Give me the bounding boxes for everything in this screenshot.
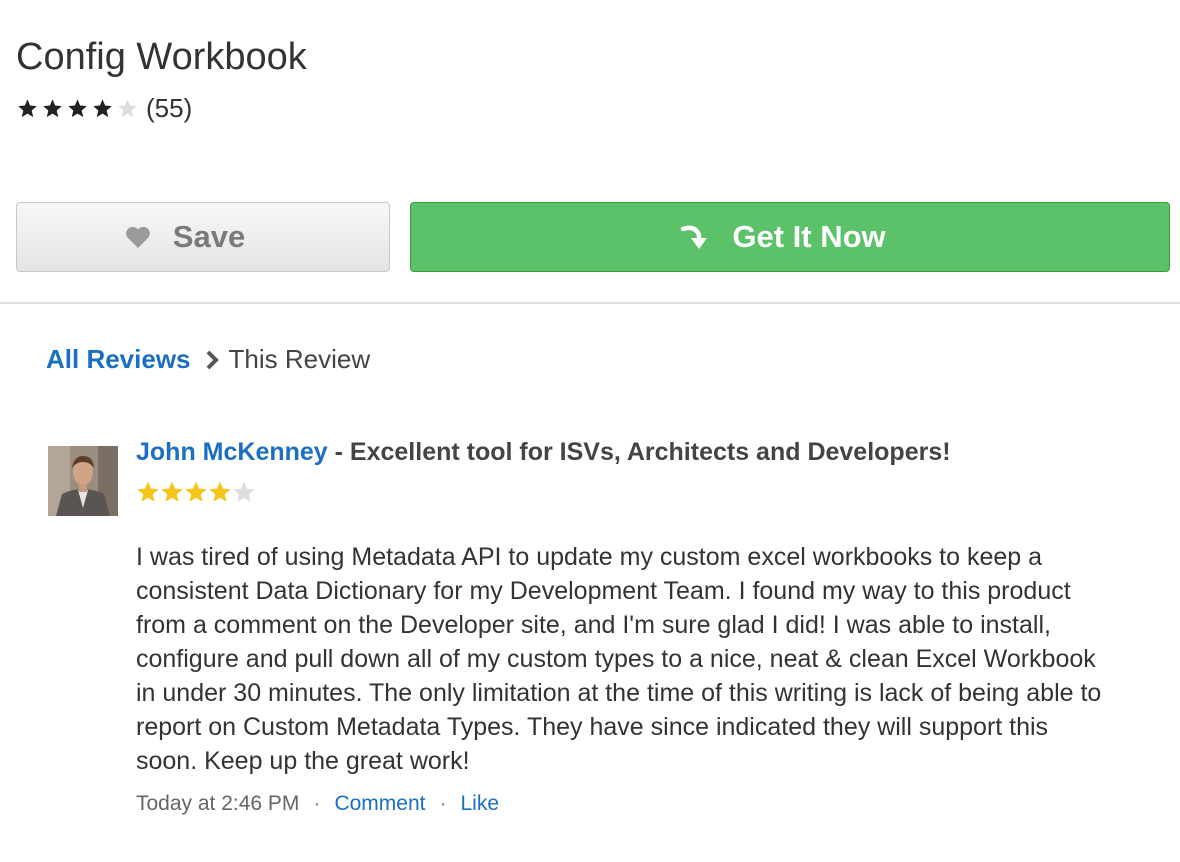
- review-title: Excellent tool for ISVs, Architects and …: [349, 438, 951, 466]
- review-title-separator: -: [327, 438, 350, 466]
- star-icon: [117, 98, 138, 119]
- app-title: Config Workbook: [16, 36, 307, 78]
- review-meta: Today at 2:46 PM · Comment · Like: [136, 792, 499, 816]
- comment-link[interactable]: Comment: [334, 792, 425, 816]
- star-icon: [42, 98, 63, 119]
- breadcrumb-all-reviews[interactable]: All Reviews: [46, 344, 191, 375]
- review-timestamp: Today at 2:46 PM: [136, 792, 300, 815]
- meta-separator: ·: [439, 792, 447, 815]
- star-icon: [208, 480, 232, 504]
- get-it-now-button[interactable]: Get It Now: [410, 202, 1170, 272]
- chevron-right-icon: [205, 349, 221, 371]
- star-icon: [17, 98, 38, 119]
- star-icon: [136, 480, 160, 504]
- avatar[interactable]: [48, 446, 118, 516]
- app-rating-stars: [17, 98, 142, 119]
- get-it-now-label: Get It Now: [732, 219, 886, 254]
- star-icon: [232, 480, 256, 504]
- review-body: I was tired of using Metadata API to upd…: [136, 543, 1102, 775]
- like-link[interactable]: Like: [460, 792, 499, 816]
- star-icon: [92, 98, 113, 119]
- heart-icon: [125, 225, 151, 249]
- section-divider: [0, 302, 1180, 304]
- save-button[interactable]: Save: [16, 202, 390, 272]
- reviewer-name[interactable]: John McKenney: [136, 438, 328, 466]
- star-icon: [184, 480, 208, 504]
- save-button-label: Save: [172, 219, 246, 254]
- app-rating: (55): [17, 92, 192, 124]
- breadcrumb: All Reviews This Review: [46, 344, 370, 375]
- star-icon: [67, 98, 88, 119]
- review-rating: [136, 480, 256, 504]
- curved-arrow-icon: [680, 221, 714, 253]
- review-header: John McKenney - Excellent tool for ISVs,…: [136, 438, 951, 467]
- breadcrumb-current: This Review: [228, 344, 371, 374]
- meta-separator: ·: [313, 792, 321, 815]
- star-icon: [160, 480, 184, 504]
- review-count[interactable]: (55): [146, 93, 192, 124]
